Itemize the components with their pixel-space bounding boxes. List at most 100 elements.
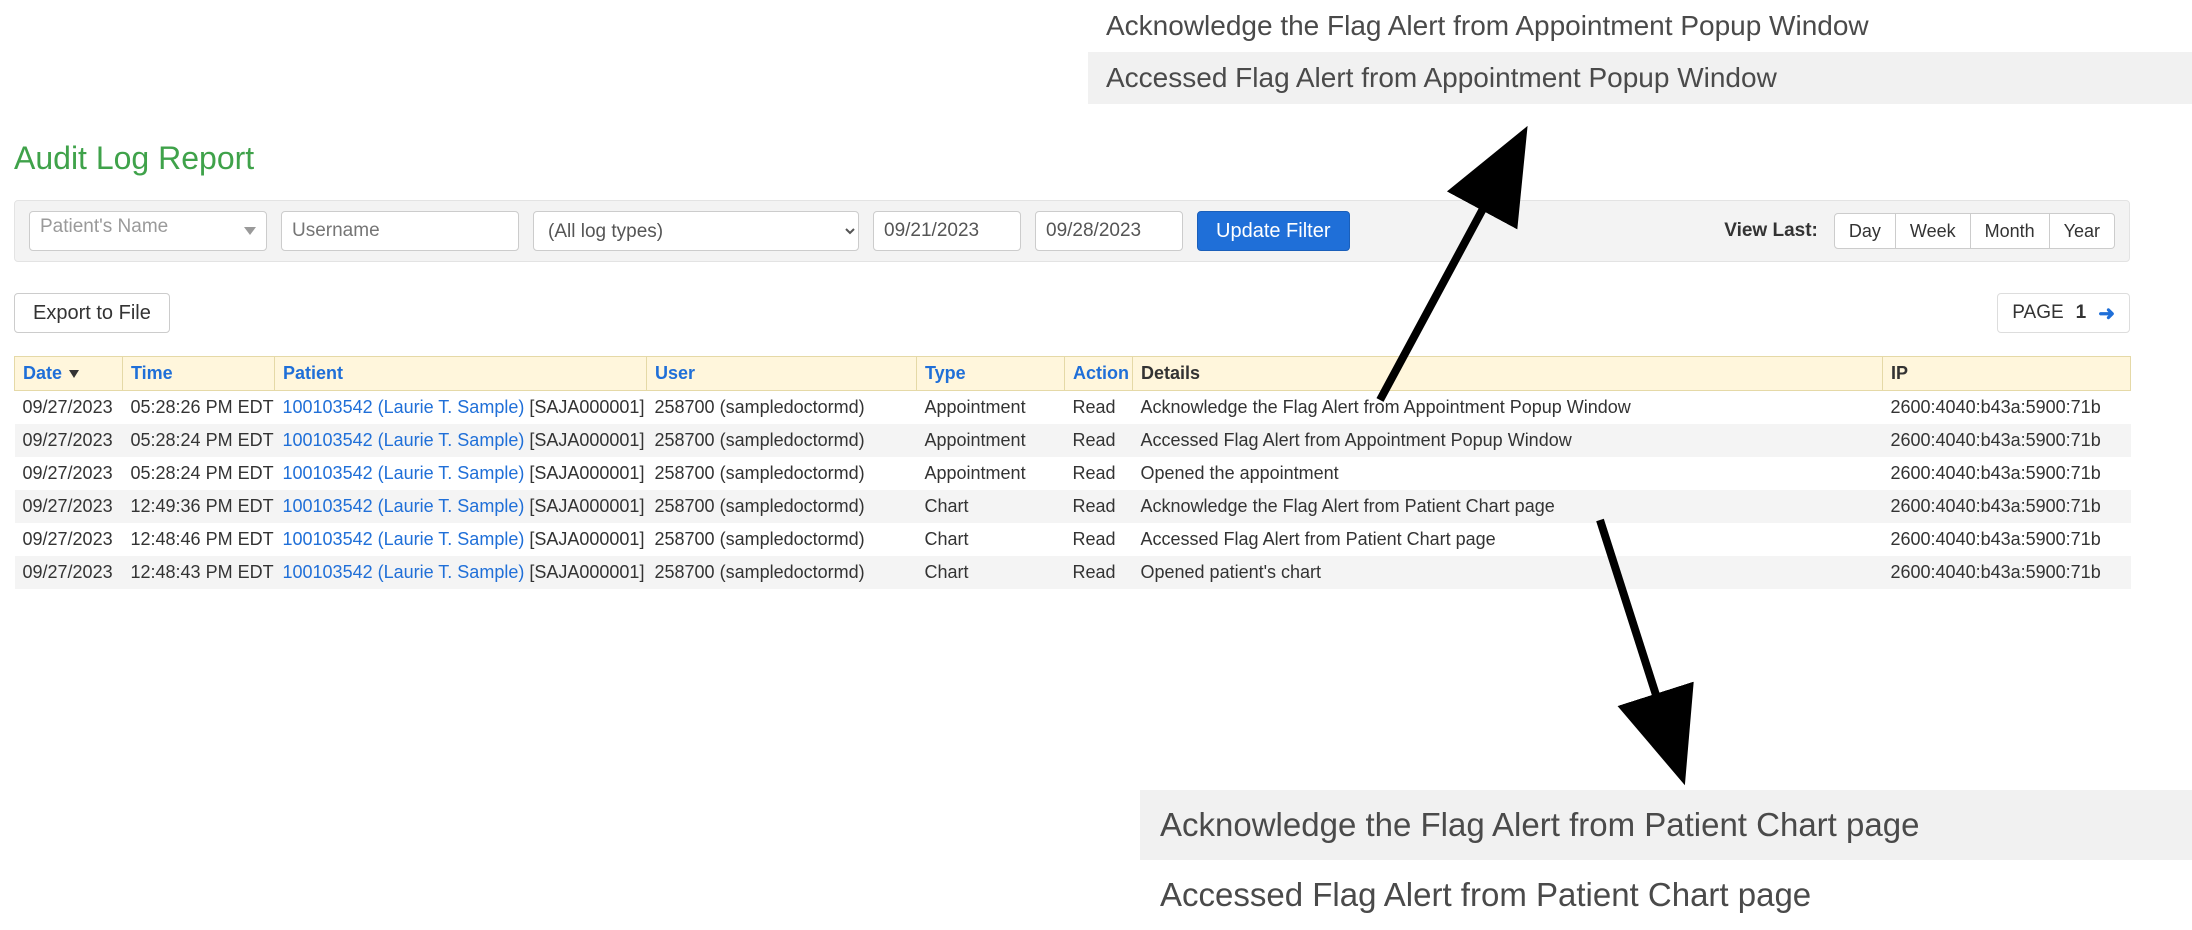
end-date-input[interactable] <box>1035 211 1183 251</box>
cell-ip: 2600:4040:b43a:5900:71b <box>1883 457 2131 490</box>
col-ip: IP <box>1883 357 2131 391</box>
cell-type: Appointment <box>917 457 1065 490</box>
callout-top: Acknowledge the Flag Alert from Appointm… <box>1088 0 2192 104</box>
cell-type: Chart <box>917 556 1065 589</box>
table-row: 09/27/202305:28:26 PM EDT100103542 (Laur… <box>15 391 2131 425</box>
col-action[interactable]: Action <box>1065 357 1133 391</box>
audit-log-table: Date Time Patient User Type Action Detai… <box>14 356 2131 589</box>
user-name: (sampledoctormd) <box>720 496 865 516</box>
view-last-day[interactable]: Day <box>1834 213 1896 249</box>
start-date-input[interactable] <box>873 211 1021 251</box>
callout-top-line1: Acknowledge the Flag Alert from Appointm… <box>1088 0 2192 52</box>
patient-link[interactable]: 100103542 (Laurie T. Sample) <box>283 463 525 483</box>
callout-bottom-line1: Acknowledge the Flag Alert from Patient … <box>1140 790 2192 860</box>
col-date-label: Date <box>23 363 62 383</box>
user-name: (sampledoctormd) <box>720 529 865 549</box>
user-id: 258700 <box>655 430 715 450</box>
cell-date: 09/27/2023 <box>15 490 123 523</box>
username-input[interactable] <box>281 211 519 251</box>
user-id: 258700 <box>655 529 715 549</box>
patient-link[interactable]: 100103542 (Laurie T. Sample) <box>283 430 525 450</box>
cell-details: Opened patient's chart <box>1133 556 1883 589</box>
col-patient[interactable]: Patient <box>275 357 647 391</box>
callout-bottom-line2: Accessed Flag Alert from Patient Chart p… <box>1140 860 2192 930</box>
cell-action: Read <box>1065 424 1133 457</box>
update-filter-button[interactable]: Update Filter <box>1197 211 1350 251</box>
log-type-select[interactable]: (All log types) <box>533 211 859 251</box>
toolbar-secondary: Export to File PAGE 1 ➜ <box>14 290 2130 336</box>
cell-time: 05:28:24 PM EDT <box>123 457 275 490</box>
cell-user: 258700 (sampledoctormd) <box>647 391 917 425</box>
patient-code: [SAJA000001] <box>529 463 644 483</box>
patient-name-placeholder: Patient's Name <box>40 216 168 237</box>
patient-code: [SAJA000001] <box>529 430 644 450</box>
user-id: 258700 <box>655 397 715 417</box>
page-number: 1 <box>2076 302 2087 324</box>
patient-name-input[interactable]: Patient's Name <box>29 211 267 251</box>
cell-patient: 100103542 (Laurie T. Sample) [SAJA000001… <box>275 391 647 425</box>
cell-patient: 100103542 (Laurie T. Sample) [SAJA000001… <box>275 457 647 490</box>
patient-link[interactable]: 100103542 (Laurie T. Sample) <box>283 529 525 549</box>
cell-details: Acknowledge the Flag Alert from Appointm… <box>1133 391 1883 425</box>
cell-ip: 2600:4040:b43a:5900:71b <box>1883 391 2131 425</box>
next-page-icon[interactable]: ➜ <box>2098 301 2115 326</box>
cell-ip: 2600:4040:b43a:5900:71b <box>1883 523 2131 556</box>
cell-type: Appointment <box>917 391 1065 425</box>
cell-user: 258700 (sampledoctormd) <box>647 424 917 457</box>
cell-ip: 2600:4040:b43a:5900:71b <box>1883 424 2131 457</box>
cell-patient: 100103542 (Laurie T. Sample) [SAJA000001… <box>275 424 647 457</box>
sort-desc-icon <box>69 370 79 378</box>
cell-user: 258700 (sampledoctormd) <box>647 457 917 490</box>
view-last-year[interactable]: Year <box>2050 213 2115 249</box>
view-last-group: Day Week Month Year <box>1834 213 2115 249</box>
cell-patient: 100103542 (Laurie T. Sample) [SAJA000001… <box>275 490 647 523</box>
cell-type: Chart <box>917 523 1065 556</box>
patient-link[interactable]: 100103542 (Laurie T. Sample) <box>283 496 525 516</box>
callout-top-line2: Accessed Flag Alert from Appointment Pop… <box>1088 52 2192 104</box>
cell-action: Read <box>1065 490 1133 523</box>
cell-details: Accessed Flag Alert from Patient Chart p… <box>1133 523 1883 556</box>
cell-details: Opened the appointment <box>1133 457 1883 490</box>
cell-date: 09/27/2023 <box>15 556 123 589</box>
col-type[interactable]: Type <box>917 357 1065 391</box>
col-user[interactable]: User <box>647 357 917 391</box>
cell-time: 12:49:36 PM EDT <box>123 490 275 523</box>
cell-time: 05:28:26 PM EDT <box>123 391 275 425</box>
col-time[interactable]: Time <box>123 357 275 391</box>
table-row: 09/27/202305:28:24 PM EDT100103542 (Laur… <box>15 424 2131 457</box>
patient-link[interactable]: 100103542 (Laurie T. Sample) <box>283 397 525 417</box>
col-details: Details <box>1133 357 1883 391</box>
cell-type: Chart <box>917 490 1065 523</box>
page-title: Audit Log Report <box>14 140 254 177</box>
cell-type: Appointment <box>917 424 1065 457</box>
table-row: 09/27/202312:48:43 PM EDT 100103542 (Laur… <box>15 556 2131 589</box>
user-name: (sampledoctormd) <box>720 562 865 582</box>
patient-code: [SAJA000001] <box>529 562 644 582</box>
pagination: PAGE 1 ➜ <box>1997 293 2130 333</box>
table-row: 09/27/202312:48:46 PM EDT100103542 (Laur… <box>15 523 2131 556</box>
cell-action: Read <box>1065 457 1133 490</box>
user-name: (sampledoctormd) <box>720 463 865 483</box>
col-date[interactable]: Date <box>15 357 123 391</box>
cell-details: Acknowledge the Flag Alert from Patient … <box>1133 490 1883 523</box>
cell-user: 258700 (sampledoctormd) <box>647 490 917 523</box>
cell-ip: 2600:4040:b43a:5900:71b <box>1883 556 2131 589</box>
cell-user: 258700 (sampledoctormd) <box>647 523 917 556</box>
cell-action: Read <box>1065 523 1133 556</box>
cell-time: 05:28:24 PM EDT <box>123 424 275 457</box>
cell-action: Read <box>1065 556 1133 589</box>
cell-patient: 100103542 (Laurie T. Sample) [SAJA000001… <box>275 523 647 556</box>
cell-ip: 2600:4040:b43a:5900:71b <box>1883 490 2131 523</box>
cell-date: 09/27/2023 <box>15 391 123 425</box>
export-button[interactable]: Export to File <box>14 293 170 333</box>
view-last-month[interactable]: Month <box>1971 213 2050 249</box>
cell-time: 12:48:43 PM EDT <box>123 556 275 589</box>
view-last-week[interactable]: Week <box>1896 213 1971 249</box>
patient-code: [SAJA000001] <box>529 529 644 549</box>
table-row: 09/27/202312:49:36 PM EDT100103542 (Laur… <box>15 490 2131 523</box>
patient-code: [SAJA000001] <box>529 496 644 516</box>
cell-date: 09/27/2023 <box>15 424 123 457</box>
user-id: 258700 <box>655 463 715 483</box>
patient-link[interactable]: 100103542 (Laurie T. Sample) <box>283 562 525 582</box>
cell-time: 12:48:46 PM EDT <box>123 523 275 556</box>
